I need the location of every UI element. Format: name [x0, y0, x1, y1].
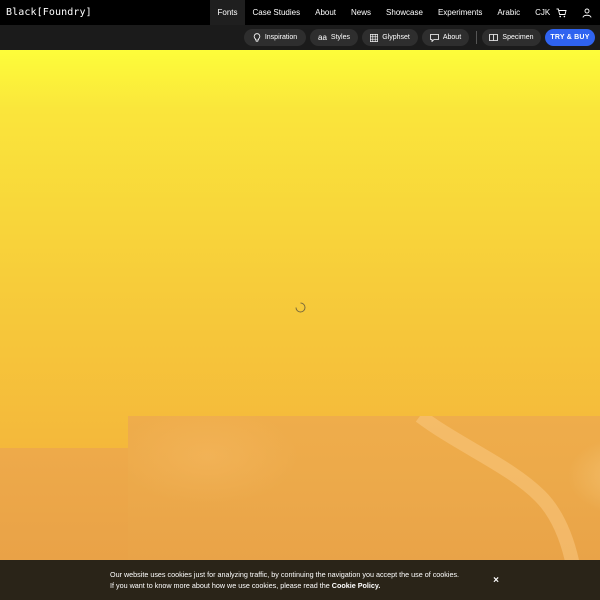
try-and-buy-button[interactable]: TRY & BUY [545, 29, 595, 46]
loading-spinner-icon [295, 302, 306, 313]
glyphset-button[interactable]: Glyphset [362, 29, 418, 46]
glyphset-label: Glyphset [382, 34, 410, 41]
nav-link-showcase[interactable]: Showcase [379, 0, 431, 25]
grid-icon [370, 33, 379, 42]
nav-link-case-studies[interactable]: Case Studies [245, 0, 308, 25]
nav-link-arabic[interactable]: Arabic [490, 0, 528, 25]
font-toolbar: Inspiration aa Styles Glyphset About Spe… [0, 25, 600, 50]
cookie-line-1: Our website uses cookies just for analyz… [110, 570, 460, 579]
lightbulb-icon [253, 33, 261, 42]
cart-icon[interactable] [548, 0, 574, 25]
hero-area [0, 50, 600, 560]
styles-label: Styles [330, 34, 350, 41]
close-icon[interactable]: × [489, 573, 503, 587]
cookie-banner: Our website uses cookies just for analyz… [0, 560, 600, 600]
cookie-policy-link[interactable]: Cookie Policy. [332, 581, 381, 590]
book-icon [489, 34, 499, 41]
user-icon[interactable] [574, 0, 600, 25]
brand-logo[interactable]: Black[Foundry] [0, 7, 92, 18]
dirt-road-image [415, 416, 579, 560]
specimen-label: Specimen [502, 34, 534, 41]
about-button[interactable]: About [422, 29, 469, 46]
speech-bubble-icon [429, 33, 439, 42]
styles-button[interactable]: aa Styles [310, 29, 358, 46]
cookie-line-2: If you want to know more about how we us… [110, 581, 480, 592]
about-label: About [442, 34, 462, 41]
inspiration-button[interactable]: Inspiration [244, 29, 306, 46]
nav-link-fonts[interactable]: Fonts [210, 0, 246, 25]
nav-links: Fonts Case Studies About News Showcase E… [210, 0, 558, 25]
inspiration-label: Inspiration [264, 34, 298, 41]
cookie-line-2-text: If you want to know more about how we us… [110, 580, 330, 590]
nav-icons [548, 0, 600, 25]
toolbar-divider [476, 31, 477, 44]
nav-link-news[interactable]: News [344, 0, 379, 25]
specimen-button[interactable]: Specimen [482, 29, 541, 46]
styles-aa-icon: aa [318, 33, 327, 42]
nav-link-experiments[interactable]: Experiments [430, 0, 489, 25]
top-nav: Black[Foundry] Fonts Case Studies About … [0, 0, 600, 25]
nav-link-about[interactable]: About [308, 0, 344, 25]
cookie-message: Our website uses cookies just for analyz… [110, 570, 480, 591]
